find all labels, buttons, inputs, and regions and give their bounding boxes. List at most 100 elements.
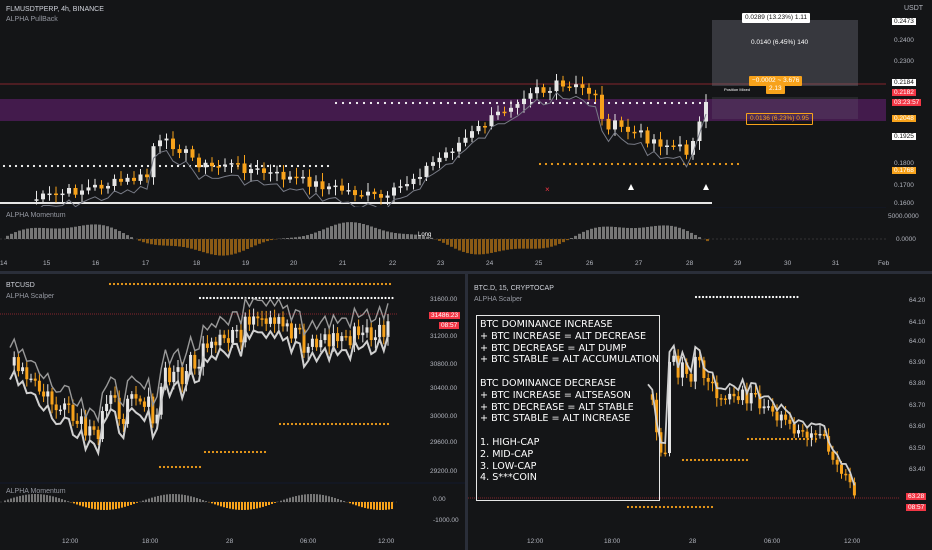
signal-dot	[717, 458, 721, 462]
left-momentum-title[interactable]: ALPHA Momentum	[6, 488, 66, 495]
right-chart-pane[interactable]: BTC.D, 15, CRYPTOCAP ALPHA Scalper BTC D…	[468, 274, 900, 534]
signal-dot	[194, 164, 198, 168]
top-price-axis[interactable]: USDT 0.2473 0.2400 0.2300 0.2184 0.2182 …	[886, 0, 932, 257]
signal-dot	[314, 164, 318, 168]
momentum-bar	[238, 239, 241, 253]
signal-dot	[264, 282, 268, 286]
signal-dot	[110, 164, 114, 168]
candle	[80, 190, 84, 195]
candle	[226, 338, 230, 343]
right-price-axis[interactable]: 64.20 64.10 64.00 63.90 63.80 63.70 63.6…	[900, 274, 932, 534]
signal-dot	[646, 162, 650, 166]
top-momentum-pane[interactable]: ALPHA Momentum Long	[0, 208, 886, 257]
signal-dot	[558, 101, 562, 105]
top-time-axis[interactable]: 14 15 16 17 18 19 20 21 22 23 24 25 26 27 28 29 30 31 Feb	[0, 257, 932, 271]
signal-dot	[356, 296, 359, 300]
momentum-bar	[43, 494, 45, 502]
candle	[797, 430, 800, 434]
momentum-tick: -1000.00	[433, 517, 459, 524]
signal-dot	[363, 296, 366, 300]
top-symbol-title[interactable]: FLMUSDTPERP, 4h, BINANCE	[6, 6, 104, 13]
left-symbol-title[interactable]: BTCUSD	[6, 282, 35, 289]
momentum-bar	[214, 502, 216, 505]
signal-dot	[446, 101, 450, 105]
left-price-axis[interactable]: 31600.00 31486.23 08:57 31200.00 30800.0…	[397, 274, 465, 482]
candle	[771, 406, 775, 412]
candle	[281, 317, 285, 327]
signal-dot	[356, 282, 360, 286]
signal-dot	[368, 282, 372, 286]
momentum-bar	[238, 502, 240, 510]
momentum-bar	[662, 225, 665, 239]
signal-dot	[614, 101, 618, 105]
candle	[75, 420, 79, 424]
signal-dot	[366, 422, 370, 426]
momentum-bar	[330, 226, 333, 239]
left-indicator-label[interactable]: ALPHA Scalper	[6, 293, 54, 300]
momentum-bar	[34, 227, 37, 239]
signal-dot	[243, 450, 247, 454]
signal-dot	[796, 295, 799, 299]
candle	[37, 380, 41, 392]
momentum-bar	[379, 502, 381, 510]
candle	[73, 187, 78, 195]
momentum-bar	[124, 502, 126, 507]
momentum-bar	[64, 500, 66, 502]
momentum-bar	[133, 502, 135, 504]
candle	[680, 362, 684, 378]
momentum-bar	[374, 227, 377, 239]
top-momentum-title[interactable]: ALPHA Momentum	[6, 212, 66, 219]
signal-dot	[684, 101, 688, 105]
left-momentum-axis[interactable]: 0.00 -1000.00	[397, 484, 465, 534]
momentum-bar	[130, 502, 132, 505]
momentum-bar	[474, 239, 477, 255]
candle	[130, 394, 134, 399]
momentum-bar	[194, 239, 197, 250]
momentum-bar	[178, 494, 180, 502]
left-time-axis[interactable]: 12:00 18:00 28 06:00 12:00	[0, 534, 465, 550]
top-indicator-label[interactable]: ALPHA PullBack	[6, 16, 58, 23]
momentum-bar	[202, 500, 204, 502]
momentum-bar	[30, 228, 33, 239]
left-momentum-pane[interactable]: ALPHA Momentum	[0, 484, 397, 534]
signal-dot	[708, 295, 712, 299]
momentum-bar	[394, 232, 397, 239]
momentum-bar	[346, 222, 349, 239]
price-tick: 63.50	[909, 445, 926, 452]
momentum-bar	[190, 239, 193, 249]
signal-dot	[62, 164, 66, 168]
signal-dot	[646, 505, 650, 509]
signal-dot	[338, 422, 342, 426]
time-tick: 14	[0, 260, 8, 267]
candle	[247, 316, 251, 325]
right-symbol-title[interactable]: BTC.D, 15, CRYPTOCAP	[474, 285, 554, 292]
right-indicator-label[interactable]: ALPHA Scalper	[474, 296, 522, 303]
signal-dot	[314, 296, 317, 300]
signal-dot	[293, 296, 296, 300]
price-tick: 64.10	[909, 319, 926, 326]
signal-dot	[663, 101, 667, 105]
signal-dot	[721, 458, 725, 462]
candle	[275, 171, 279, 174]
signal-dot	[369, 101, 373, 105]
momentum-bar	[618, 227, 621, 239]
candle	[689, 373, 693, 382]
signal-dot	[387, 296, 391, 300]
candle	[315, 338, 319, 348]
left-chart-pane[interactable]: BTCUSD ALPHA Scalper	[0, 274, 397, 482]
signal-dot	[593, 101, 597, 105]
signal-dot	[251, 450, 255, 454]
signal-dot	[237, 296, 240, 300]
candle	[289, 323, 293, 339]
momentum-bar	[302, 236, 305, 239]
momentum-bar	[450, 239, 453, 247]
signal-dot	[124, 282, 128, 286]
momentum-bar	[558, 239, 561, 244]
signal-dot	[344, 282, 348, 286]
top-chart-pane[interactable]: × FLMUSDTPERP, 4h, BINANCE ALPHA PullBac…	[0, 0, 886, 207]
momentum-bar	[54, 228, 57, 239]
momentum-bar	[181, 494, 183, 502]
signal-dot	[182, 465, 186, 469]
right-time-axis[interactable]: 12:00 18:00 28 06:00 12:00	[468, 534, 932, 550]
dominance-note-box[interactable]: BTC DOMINANCE INCREASE + BTC INCREASE = …	[476, 315, 660, 501]
